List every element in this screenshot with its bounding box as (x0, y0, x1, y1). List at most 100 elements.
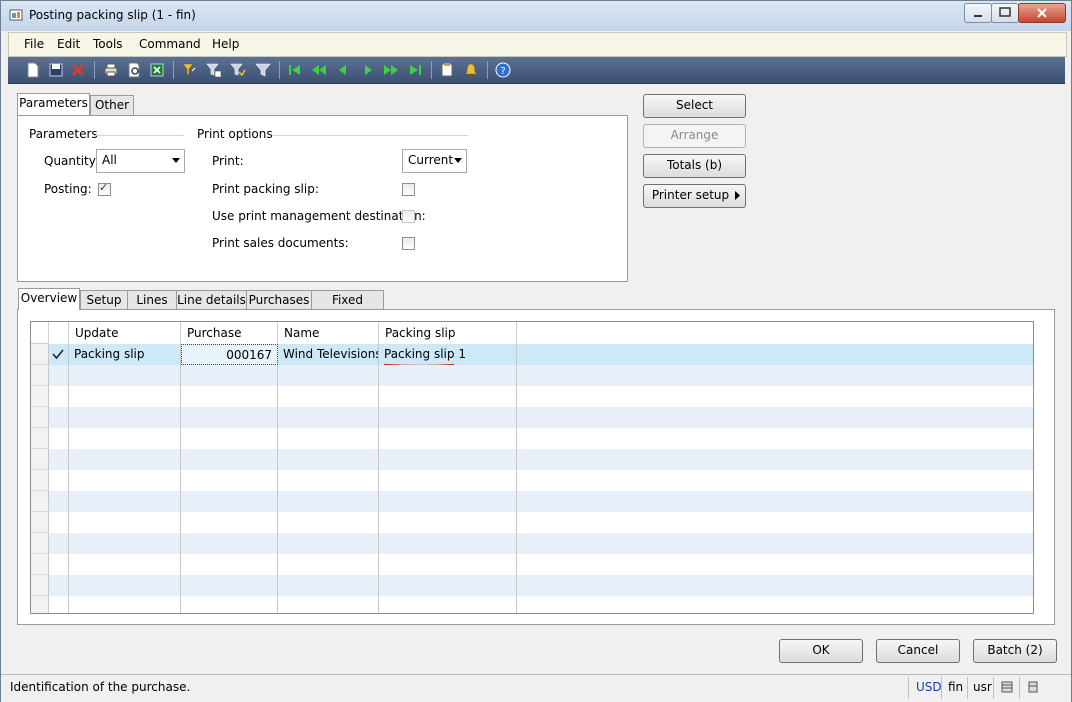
empty-table-row[interactable] (31, 512, 1033, 533)
close-button[interactable] (1018, 3, 1066, 23)
filter-by-grid-icon[interactable] (206, 62, 222, 78)
empty-cell[interactable] (379, 554, 517, 575)
empty-cell[interactable] (181, 407, 278, 428)
empty-cell[interactable] (69, 407, 181, 428)
empty-cell[interactable] (49, 407, 69, 428)
empty-cell[interactable] (278, 575, 379, 596)
empty-cell[interactable] (69, 533, 181, 554)
status-user[interactable]: usr (973, 680, 992, 694)
empty-cell[interactable] (278, 554, 379, 575)
print-icon[interactable] (103, 62, 119, 78)
empty-cell[interactable] (181, 596, 278, 613)
printer-setup-button[interactable]: Printer setup (643, 184, 746, 208)
empty-table-row[interactable] (31, 470, 1033, 491)
cell-name[interactable]: Wind Televisions (278, 344, 379, 365)
row-selector[interactable] (31, 596, 49, 613)
row-selector[interactable] (31, 428, 49, 449)
empty-cell[interactable] (49, 512, 69, 533)
arrange-button[interactable]: Arrange (643, 124, 746, 148)
grid-header-packing-slip[interactable]: Packing slip (379, 322, 517, 344)
tab-setup[interactable]: Setup (80, 290, 128, 310)
empty-cell[interactable] (69, 575, 181, 596)
empty-table-row[interactable] (31, 491, 1033, 512)
empty-cell[interactable] (69, 554, 181, 575)
empty-cell[interactable] (69, 428, 181, 449)
empty-cell[interactable] (379, 449, 517, 470)
use-print-mgmt-checkbox[interactable] (402, 210, 415, 223)
delete-icon[interactable] (70, 62, 86, 78)
last-record-icon[interactable] (407, 62, 423, 78)
export-excel-icon[interactable] (149, 62, 165, 78)
empty-cell[interactable] (379, 596, 517, 613)
tab-purchases[interactable]: Purchases (246, 290, 312, 310)
status-currency[interactable]: USD (916, 680, 942, 694)
server-icon[interactable] (1027, 681, 1039, 693)
menu-help[interactable]: Help (212, 37, 239, 51)
row-selector[interactable] (31, 365, 49, 386)
tab-line-details[interactable]: Line details (176, 290, 247, 310)
empty-cell[interactable] (181, 491, 278, 512)
row-selector[interactable] (31, 407, 49, 428)
empty-cell[interactable] (181, 533, 278, 554)
empty-cell[interactable] (278, 512, 379, 533)
row-selector[interactable] (31, 554, 49, 575)
grid-header-name[interactable]: Name (278, 322, 379, 344)
tab-parameters[interactable]: Parameters (17, 93, 90, 115)
new-icon[interactable] (25, 62, 41, 78)
menu-command[interactable]: Command (139, 37, 201, 51)
cell-purchase-order[interactable]: 000167 (181, 344, 278, 365)
print-packing-slip-checkbox[interactable] (402, 183, 415, 196)
row-selector[interactable] (31, 449, 49, 470)
tab-other[interactable]: Other (90, 95, 134, 115)
empty-cell[interactable] (278, 386, 379, 407)
empty-cell[interactable] (49, 575, 69, 596)
ok-button[interactable]: OK (779, 639, 863, 663)
row-selector[interactable] (31, 470, 49, 491)
empty-cell[interactable] (49, 596, 69, 613)
cell-update[interactable]: Packing slip (69, 344, 181, 365)
empty-cell[interactable] (69, 365, 181, 386)
empty-cell[interactable] (181, 554, 278, 575)
status-company[interactable]: fin (948, 680, 963, 694)
empty-table-row[interactable] (31, 575, 1033, 596)
minimize-button[interactable] (964, 3, 992, 23)
empty-cell[interactable] (379, 428, 517, 449)
select-button[interactable]: Select (643, 94, 746, 118)
row-selector[interactable] (31, 512, 49, 533)
empty-cell[interactable] (278, 491, 379, 512)
row-selector[interactable] (31, 491, 49, 512)
empty-cell[interactable] (278, 470, 379, 491)
print-select[interactable]: Current (402, 149, 467, 173)
empty-cell[interactable] (69, 512, 181, 533)
empty-table-row[interactable] (31, 449, 1033, 470)
menu-tools[interactable]: Tools (93, 37, 123, 51)
row-selector[interactable] (31, 386, 49, 407)
empty-cell[interactable] (49, 491, 69, 512)
previous-page-icon[interactable] (311, 62, 327, 78)
empty-cell[interactable] (181, 512, 278, 533)
empty-cell[interactable] (69, 449, 181, 470)
menu-file[interactable]: File (24, 37, 44, 51)
empty-cell[interactable] (379, 512, 517, 533)
empty-cell[interactable] (181, 386, 278, 407)
empty-cell[interactable] (49, 470, 69, 491)
row-selector[interactable] (31, 575, 49, 596)
empty-cell[interactable] (181, 365, 278, 386)
database-icon[interactable] (1001, 681, 1013, 693)
empty-cell[interactable] (181, 470, 278, 491)
next-page-icon[interactable] (383, 62, 399, 78)
empty-cell[interactable] (49, 554, 69, 575)
empty-cell[interactable] (69, 491, 181, 512)
grid-header-update[interactable]: Update (69, 322, 181, 344)
posting-checkbox[interactable] (98, 181, 111, 196)
empty-cell[interactable] (379, 575, 517, 596)
empty-cell[interactable] (278, 533, 379, 554)
empty-cell[interactable] (278, 365, 379, 386)
empty-table-row[interactable] (31, 386, 1033, 407)
empty-cell[interactable] (278, 407, 379, 428)
empty-cell[interactable] (379, 386, 517, 407)
empty-cell[interactable] (181, 449, 278, 470)
grid-header-purchase-order[interactable]: Purchase order (181, 322, 278, 362)
print-sales-documents-checkbox[interactable] (402, 237, 415, 250)
next-record-icon[interactable] (360, 62, 376, 78)
